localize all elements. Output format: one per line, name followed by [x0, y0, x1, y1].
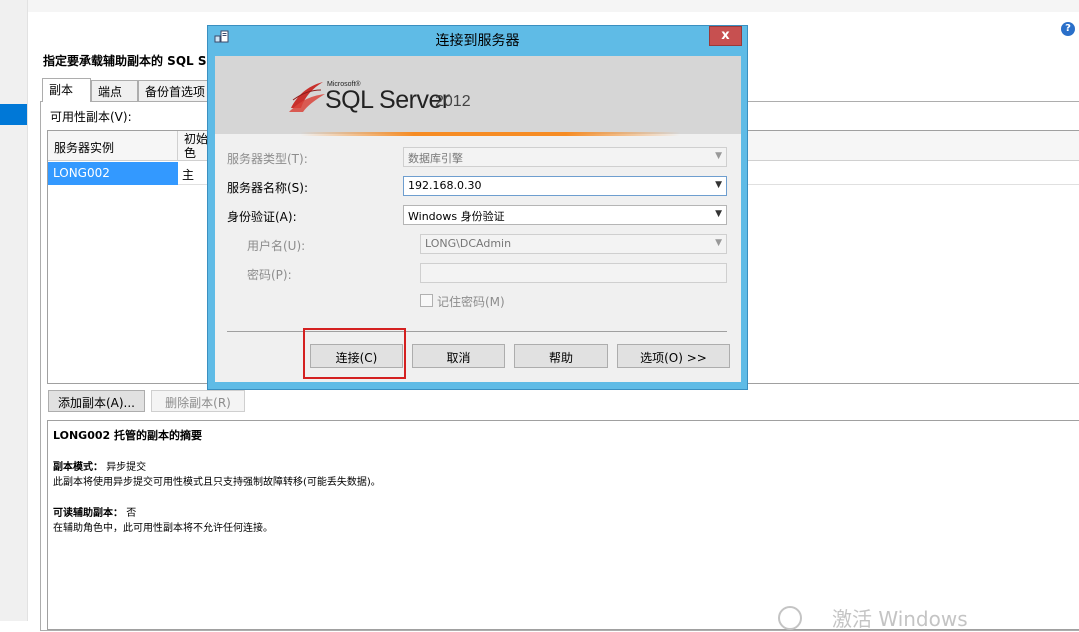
server-name-combobox[interactable]: 192.168.0.30 ▼: [403, 176, 727, 196]
authentication-label: 身份验证(A):: [227, 210, 297, 224]
chevron-down-icon: ▼: [715, 151, 722, 161]
left-navigation-strip: [0, 0, 28, 621]
remember-password-checkbox[interactable]: [420, 294, 433, 307]
activation-watermark: 激活 Windows: [832, 607, 968, 631]
server-type-select[interactable]: 数据库引擎 ▼: [403, 147, 727, 167]
server-type-value: 数据库引擎: [408, 152, 463, 165]
summary-mode-title: 副本模式：: [53, 462, 103, 473]
chevron-down-icon: ▼: [715, 238, 722, 248]
authentication-select[interactable]: Windows 身份验证 ▼: [403, 205, 727, 225]
summary-readable-title: 可读辅助副本：: [53, 508, 123, 519]
help-icon[interactable]: ?: [1061, 22, 1075, 36]
username-combobox[interactable]: LONG\DCAdmin ▼: [420, 234, 727, 254]
close-button[interactable]: x: [709, 26, 742, 46]
logo-version-text: 2012: [435, 93, 471, 110]
tab-endpoints[interactable]: 端点: [91, 80, 138, 101]
chevron-down-icon: ▼: [715, 180, 722, 190]
remove-replica-button[interactable]: 删除副本(R): [151, 390, 245, 412]
logo-sql-server-text: SQL Server: [325, 86, 450, 114]
windows-activation-icon: [778, 606, 802, 630]
authentication-value: Windows 身份验证: [408, 210, 505, 223]
server-name-label: 服务器名称(S):: [227, 181, 309, 195]
sql-server-logo-icon: [289, 82, 325, 112]
summary-mode-value: 异步提交: [106, 462, 147, 473]
page-heading: 指定要承载辅助副本的 SQL Se: [43, 54, 215, 68]
tab-backup-preferences[interactable]: 备份首选项: [138, 80, 210, 101]
password-field[interactable]: [420, 263, 727, 283]
add-replica-button[interactable]: 添加副本(A)...: [48, 390, 145, 412]
chevron-down-icon: ▼: [715, 209, 722, 219]
summary-readable-desc: 在辅助角色中，此可用性副本将不允许任何连接。: [53, 523, 273, 534]
username-value: LONG\DCAdmin: [425, 237, 512, 250]
summary-mode-desc: 此副本将使用异步提交可用性模式且只支持强制故障转移(可能丢失数据)。: [53, 477, 381, 488]
dialog-separator: [227, 331, 727, 332]
banner-accent-line: [300, 132, 680, 136]
help-button[interactable]: 帮助: [514, 344, 608, 368]
server-type-label: 服务器类型(T):: [227, 152, 308, 166]
username-label: 用户名(U):: [247, 239, 306, 253]
cancel-button[interactable]: 取消: [412, 344, 505, 368]
connect-button-highlight: [303, 328, 406, 379]
summary-mode-line: 副本模式： 异步提交: [53, 458, 146, 473]
nav-selected-item[interactable]: [0, 104, 27, 125]
remember-password-label: 记住密码(M): [437, 295, 505, 309]
header-band: [28, 0, 1079, 12]
column-header-server-instance[interactable]: 服务器实例: [48, 131, 178, 161]
dialog-title: 连接到服务器: [435, 33, 520, 49]
summary-readable-line: 可读辅助副本： 否: [53, 504, 136, 519]
summary-title: LONG002 托管的副本的摘要: [53, 429, 202, 442]
table-row-server-cell[interactable]: LONG002: [48, 162, 178, 185]
options-button[interactable]: 选项(O) >>: [617, 344, 730, 368]
availability-replicas-label: 可用性副本(V):: [50, 110, 132, 124]
tab-replicas[interactable]: 副本: [42, 78, 91, 102]
server-name-value: 192.168.0.30: [408, 179, 482, 192]
password-label: 密码(P):: [247, 268, 292, 282]
summary-readable-value: 否: [126, 508, 137, 519]
